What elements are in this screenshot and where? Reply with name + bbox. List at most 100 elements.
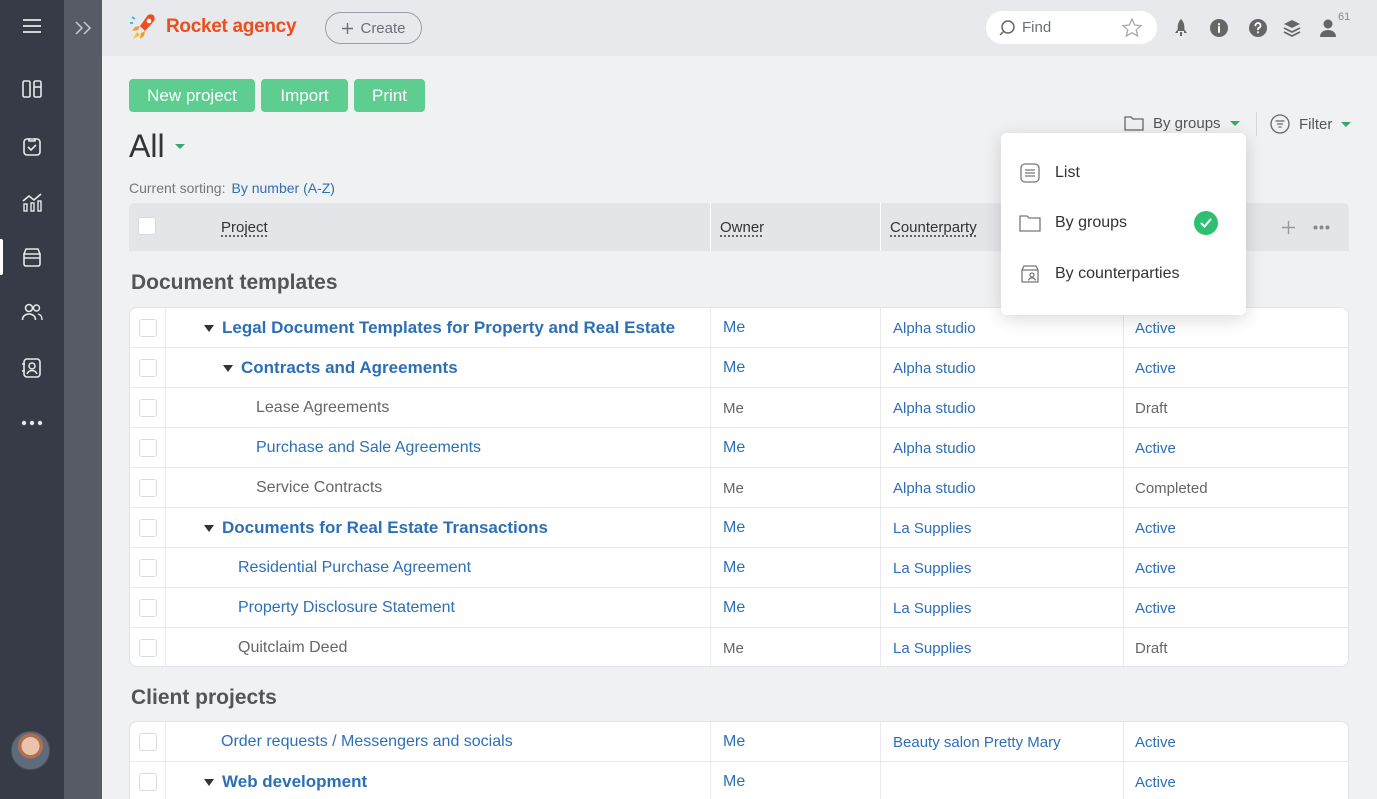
collapse-toggle-icon[interactable] (204, 324, 214, 332)
counterparty-cell[interactable]: La Supplies (893, 628, 971, 666)
filter-selector[interactable]: Filter (1270, 114, 1352, 134)
row-checkbox[interactable] (138, 599, 157, 617)
project-name[interactable]: Lease Agreements (256, 388, 389, 428)
counterparty-cell[interactable]: Alpha studio (893, 308, 976, 348)
user-avatar[interactable] (11, 731, 50, 770)
column-header-counterparty[interactable]: Counterparty (890, 203, 977, 251)
project-name[interactable]: Quitclaim Deed (238, 628, 347, 666)
counterparty-cell[interactable]: Alpha studio (893, 428, 976, 468)
favorite-star-icon[interactable] (1121, 17, 1143, 39)
counterparty-cell[interactable]: La Supplies (893, 588, 971, 628)
tasks-icon[interactable] (0, 126, 64, 166)
table-row[interactable]: Property Disclosure Statement Me La Supp… (130, 588, 1348, 628)
expand-sidebar-icon[interactable] (64, 8, 102, 48)
row-checkbox[interactable] (138, 559, 157, 577)
print-button[interactable]: Print (354, 79, 425, 112)
row-checkbox[interactable] (138, 733, 157, 751)
projects-icon[interactable] (0, 237, 64, 277)
create-button[interactable]: Create (325, 12, 422, 44)
status-cell[interactable]: Active (1135, 428, 1176, 468)
status-cell[interactable]: Completed (1135, 468, 1208, 508)
counterparty-cell[interactable]: La Supplies (893, 508, 971, 548)
column-header-project[interactable]: Project (221, 203, 268, 251)
add-column-icon[interactable] (1281, 220, 1296, 235)
table-row[interactable]: Purchase and Sale Agreements Me Alpha st… (130, 428, 1348, 468)
table-row[interactable]: Order requests / Messengers and socials … (130, 722, 1348, 762)
project-name[interactable]: Documents for Real Estate Transactions (222, 518, 548, 538)
search-input[interactable]: Find (986, 11, 1157, 44)
status-cell[interactable]: Active (1135, 762, 1176, 799)
collapse-toggle-icon[interactable] (204, 524, 214, 532)
table-row[interactable]: Service Contracts Me Alpha studio Comple… (130, 468, 1348, 508)
owner-cell[interactable]: Me (723, 468, 744, 508)
table-row[interactable]: Web development Me Active (130, 762, 1348, 799)
row-checkbox[interactable] (138, 439, 157, 457)
rocket-icon[interactable] (1169, 16, 1193, 40)
row-checkbox[interactable] (138, 479, 157, 497)
owner-cell[interactable]: Me (723, 348, 745, 388)
owner-cell[interactable]: Me (723, 722, 745, 762)
row-checkbox[interactable] (138, 519, 157, 537)
project-name[interactable]: Purchase and Sale Agreements (256, 428, 481, 468)
new-project-button[interactable]: New project (129, 79, 255, 112)
more-options-icon[interactable] (1313, 225, 1330, 230)
table-row[interactable]: Quitclaim Deed Me La Supplies Draft (130, 628, 1348, 666)
column-header-owner[interactable]: Owner (720, 203, 764, 251)
owner-cell[interactable]: Me (723, 588, 745, 628)
reports-icon[interactable] (0, 182, 64, 222)
boards-icon[interactable] (0, 69, 64, 109)
table-row[interactable]: Residential Purchase Agreement Me La Sup… (130, 548, 1348, 588)
status-cell[interactable]: Active (1135, 508, 1176, 548)
counterparty-cell[interactable]: Alpha studio (893, 468, 976, 508)
status-cell[interactable]: Active (1135, 348, 1176, 388)
dropdown-item-by-groups[interactable]: By groups (1001, 203, 1246, 243)
owner-cell[interactable]: Me (723, 762, 745, 799)
project-name[interactable]: Property Disclosure Statement (238, 588, 455, 628)
profile-icon[interactable] (1316, 16, 1340, 40)
status-cell[interactable]: Draft (1135, 628, 1168, 666)
collapse-toggle-icon[interactable] (223, 364, 233, 372)
owner-cell[interactable]: Me (723, 508, 745, 548)
row-checkbox[interactable] (138, 359, 157, 377)
project-name[interactable]: Residential Purchase Agreement (238, 548, 471, 588)
row-checkbox[interactable] (138, 639, 157, 657)
info-icon[interactable] (1207, 16, 1231, 40)
project-name[interactable]: Service Contracts (256, 468, 382, 508)
status-cell[interactable]: Active (1135, 548, 1176, 588)
row-checkbox[interactable] (138, 773, 157, 791)
status-cell[interactable]: Draft (1135, 388, 1168, 428)
help-icon[interactable] (1246, 16, 1270, 40)
dropdown-item-list[interactable]: List (1001, 153, 1246, 193)
dropdown-item-by-counterparties[interactable]: By counterparties (1001, 254, 1246, 294)
menu-icon[interactable] (0, 6, 64, 46)
row-checkbox[interactable] (138, 399, 157, 417)
table-row[interactable]: Documents for Real Estate Transactions M… (130, 508, 1348, 548)
import-button[interactable]: Import (261, 79, 348, 112)
app-logo[interactable]: Rocket agency (128, 11, 297, 43)
sorting-value-link[interactable]: By number (A-Z) (231, 180, 334, 196)
owner-cell[interactable]: Me (723, 548, 745, 588)
counterparty-cell[interactable]: Beauty salon Pretty Mary (893, 722, 1061, 762)
project-name[interactable]: Legal Document Templates for Property an… (222, 318, 675, 338)
owner-cell[interactable]: Me (723, 628, 744, 666)
more-icon[interactable] (0, 403, 64, 443)
layers-icon[interactable] (1280, 16, 1304, 40)
project-name[interactable]: Order requests / Messengers and socials (221, 722, 513, 762)
owner-cell[interactable]: Me (723, 388, 744, 428)
project-name[interactable]: Web development (222, 772, 367, 792)
owner-cell[interactable]: Me (723, 428, 745, 468)
table-row[interactable]: Lease Agreements Me Alpha studio Draft (130, 388, 1348, 428)
owner-cell[interactable]: Me (723, 308, 745, 348)
collapse-toggle-icon[interactable] (204, 778, 214, 786)
counterparty-cell[interactable]: Alpha studio (893, 348, 976, 388)
status-cell[interactable]: Active (1135, 588, 1176, 628)
view-title-selector[interactable]: All (129, 128, 185, 165)
view-mode-selector[interactable]: By groups (1124, 114, 1240, 132)
select-all-checkbox[interactable] (138, 217, 156, 235)
table-row[interactable]: Contracts and Agreements Me Alpha studio… (130, 348, 1348, 388)
counterparty-cell[interactable]: Alpha studio (893, 388, 976, 428)
status-cell[interactable]: Active (1135, 722, 1176, 762)
contacts-icon[interactable] (0, 348, 64, 388)
project-name[interactable]: Contracts and Agreements (241, 358, 458, 378)
row-checkbox[interactable] (138, 319, 157, 337)
